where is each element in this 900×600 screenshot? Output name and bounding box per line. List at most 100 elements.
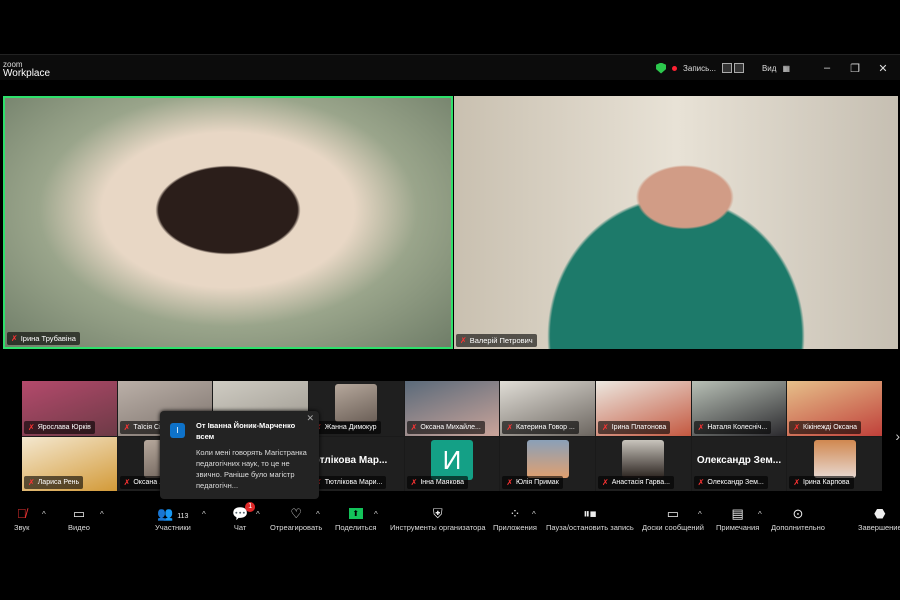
- end-button[interactable]: ⬣ Завершение: [858, 505, 900, 532]
- record-control-button[interactable]: ⏸⏹ Пауза/остановить запись: [546, 505, 634, 532]
- zoom-logo: zoom Workplace: [3, 58, 51, 79]
- participants-icon: 👥 113: [157, 506, 189, 521]
- whiteboard-icon: ▭: [666, 506, 680, 521]
- participants-button[interactable]: 👥 113 Участники: [155, 505, 191, 532]
- participant-name-label: ✗ Юлія Примак: [502, 476, 563, 489]
- minimize-icon[interactable]: –: [816, 62, 838, 74]
- view-button[interactable]: Вид: [762, 64, 776, 73]
- chat-button[interactable]: 💬 1 Чат: [232, 502, 256, 532]
- mic-muted-icon: ✗: [601, 478, 609, 487]
- grid-icon[interactable]: ▦: [782, 64, 790, 73]
- end-icon: ⬣: [874, 506, 886, 521]
- host-tools-button[interactable]: ⛨ Инструменты организатора: [390, 505, 486, 532]
- avatar-initial: И: [430, 439, 473, 480]
- participant-name-label: ✗ Кікінежді Оксана: [789, 420, 861, 434]
- participant-tile[interactable]: ✗ Наталя Колеснiч...: [691, 381, 787, 436]
- more-button[interactable]: ⊙ Дополнительно: [771, 505, 825, 532]
- mic-muted-icon: ✗: [11, 334, 18, 343]
- pause-recording-icon[interactable]: [721, 63, 732, 73]
- mic-muted-icon: ✗: [123, 422, 131, 432]
- participant-tile[interactable]: Тютлікова Мар...✗Тютлікова Мари...: [308, 436, 404, 491]
- participant-name-label: ✗ Ірина Карпова: [789, 476, 854, 489]
- participant-name: Ірина Трубавіна: [20, 334, 76, 343]
- participant-tile[interactable]: ✗ Оксана Михайле...: [404, 381, 500, 436]
- notes-caret[interactable]: ^: [758, 510, 762, 519]
- video-speaker-1[interactable]: ✗ Ірина Трубавіна: [3, 96, 453, 349]
- share-arrow-icon: ⬆: [348, 508, 363, 519]
- heart-icon: ♡: [290, 506, 302, 521]
- participant-name-label: ✗Жанна Димокур: [310, 420, 381, 434]
- mic-muted-icon: 🎙̸: [16, 506, 27, 521]
- whiteboards-caret[interactable]: ^: [698, 510, 702, 519]
- apps-button[interactable]: ⁘ Приложения: [493, 505, 537, 532]
- react-button[interactable]: ♡ Отреагировать: [270, 505, 322, 532]
- chat-icon: 💬 1: [232, 502, 256, 523]
- chat-caret[interactable]: ^: [256, 510, 260, 519]
- mic-muted-icon: ✗: [697, 478, 705, 487]
- more-icon: ⊙: [792, 506, 804, 521]
- participant-tile[interactable]: ✗ Юлія Примак: [500, 436, 595, 491]
- chat-recipient: всем: [196, 432, 215, 441]
- participant-name-label: ✗ Наталя Колеснiч...: [693, 420, 772, 434]
- participant-name-label: ✗ Катерина Говор ...: [502, 420, 579, 434]
- participant-name-label: ✗ Олександр Зем...: [693, 476, 768, 489]
- participant-name-label: ✗ Лариса Рень: [24, 476, 84, 489]
- audio-button[interactable]: 🎙̸ Звук: [14, 505, 29, 532]
- video-button[interactable]: ▭ Видео: [68, 505, 90, 532]
- recording-label: Запись...: [683, 63, 716, 73]
- apps-icon: ⁘: [509, 506, 521, 521]
- participants-caret[interactable]: ^: [202, 510, 206, 519]
- chat-notification[interactable]: І ✕ От Іванна Йоник-Марченко всем Коли ме…: [160, 411, 319, 499]
- next-page-chevron-icon[interactable]: ›: [895, 428, 900, 444]
- chat-sender: От Іванна Йоник-Марченко: [196, 421, 296, 430]
- title-bar: zoom Workplace Запись... Вид ▦ – ❐ ✕: [0, 54, 900, 80]
- participant-tile[interactable]: ✗ Кікінежді Оксана: [787, 381, 882, 436]
- participant-tile[interactable]: ✗ Ірина Карпова: [787, 436, 882, 491]
- logo-big: Workplace: [3, 68, 51, 79]
- video-options-caret[interactable]: ^: [100, 510, 104, 519]
- notes-icon: ▤: [731, 506, 744, 521]
- mic-muted-icon: ✗: [793, 422, 801, 432]
- audio-options-caret[interactable]: ^: [42, 510, 46, 519]
- participant-name: Валерій Петрович: [469, 336, 533, 345]
- participant-tile[interactable]: ✗ Ірина Платонова: [595, 381, 691, 436]
- participant-tile[interactable]: ✗ Лариса Рень: [22, 436, 117, 491]
- mic-muted-icon: ✗: [28, 422, 35, 432]
- recording-dot-icon: [672, 65, 678, 71]
- close-icon[interactable]: ✕: [872, 62, 894, 75]
- mic-muted-icon: ✗: [506, 478, 514, 487]
- share-button[interactable]: ⬆ Поделиться: [335, 505, 376, 532]
- participant-tile[interactable]: ✗Жанна Димокур: [308, 381, 404, 436]
- mic-muted-icon: ✗: [601, 422, 609, 432]
- participant-name-label: ✗ Ярослава Юрків: [24, 420, 95, 434]
- participant-name-label: ✗ Анастасія Гарва...: [597, 476, 674, 489]
- participant-tile[interactable]: ✗ Катерина Говор ...: [500, 381, 595, 436]
- encryption-shield-icon[interactable]: [656, 62, 667, 74]
- react-caret[interactable]: ^: [316, 510, 320, 519]
- stop-recording-icon[interactable]: [733, 63, 744, 73]
- mic-muted-icon: ✗: [410, 422, 418, 432]
- participant-tile[interactable]: И ✗ Інна Маякова: [404, 436, 500, 491]
- participant-tile[interactable]: ✗ Анастасія Гарва...: [595, 436, 691, 491]
- participant-name-label: ✗ Оксана Михайле...: [406, 420, 485, 434]
- restore-icon[interactable]: ❐: [844, 62, 866, 75]
- share-caret[interactable]: ^: [374, 510, 378, 519]
- apps-caret[interactable]: ^: [532, 510, 536, 519]
- mic-muted-icon: ✗: [410, 478, 418, 487]
- video-speaker-2[interactable]: ✗ Валерій Петрович: [454, 96, 898, 349]
- participant-name-label: ✗Тютлікова Мари...: [310, 476, 387, 489]
- participant-name-label: ✗ Інна Маякова: [406, 476, 469, 489]
- notes-button[interactable]: ▤ Примечания: [716, 505, 759, 532]
- chat-message: Коли мені говорять Магістранка педагогіч…: [196, 448, 307, 490]
- chat-badge: 1: [245, 502, 256, 512]
- meeting-toolbar: 🎙̸ Звук ^ ▭ Видео ^ 👥 113 Участники ^ 💬 1 Чат…: [0, 502, 900, 541]
- participant-tile[interactable]: Олександр Зем... ✗ Олександр Зем...: [691, 436, 787, 491]
- close-icon[interactable]: ✕: [306, 413, 314, 424]
- participant-name-label: ✗ Ірина Платонова: [597, 420, 671, 434]
- whiteboards-button[interactable]: ▭ Доски сообщений: [642, 505, 704, 532]
- camera-icon: ▭: [72, 506, 86, 521]
- mic-muted-icon: ✗: [123, 478, 131, 487]
- participant-tile[interactable]: ✗ Ярослава Юрків: [22, 381, 117, 436]
- mic-muted-icon: ✗: [28, 478, 35, 487]
- gallery-strip: ✗Ярослава Юрків ✗Таїсія Сі... ✗Жанна Дим…: [22, 381, 882, 491]
